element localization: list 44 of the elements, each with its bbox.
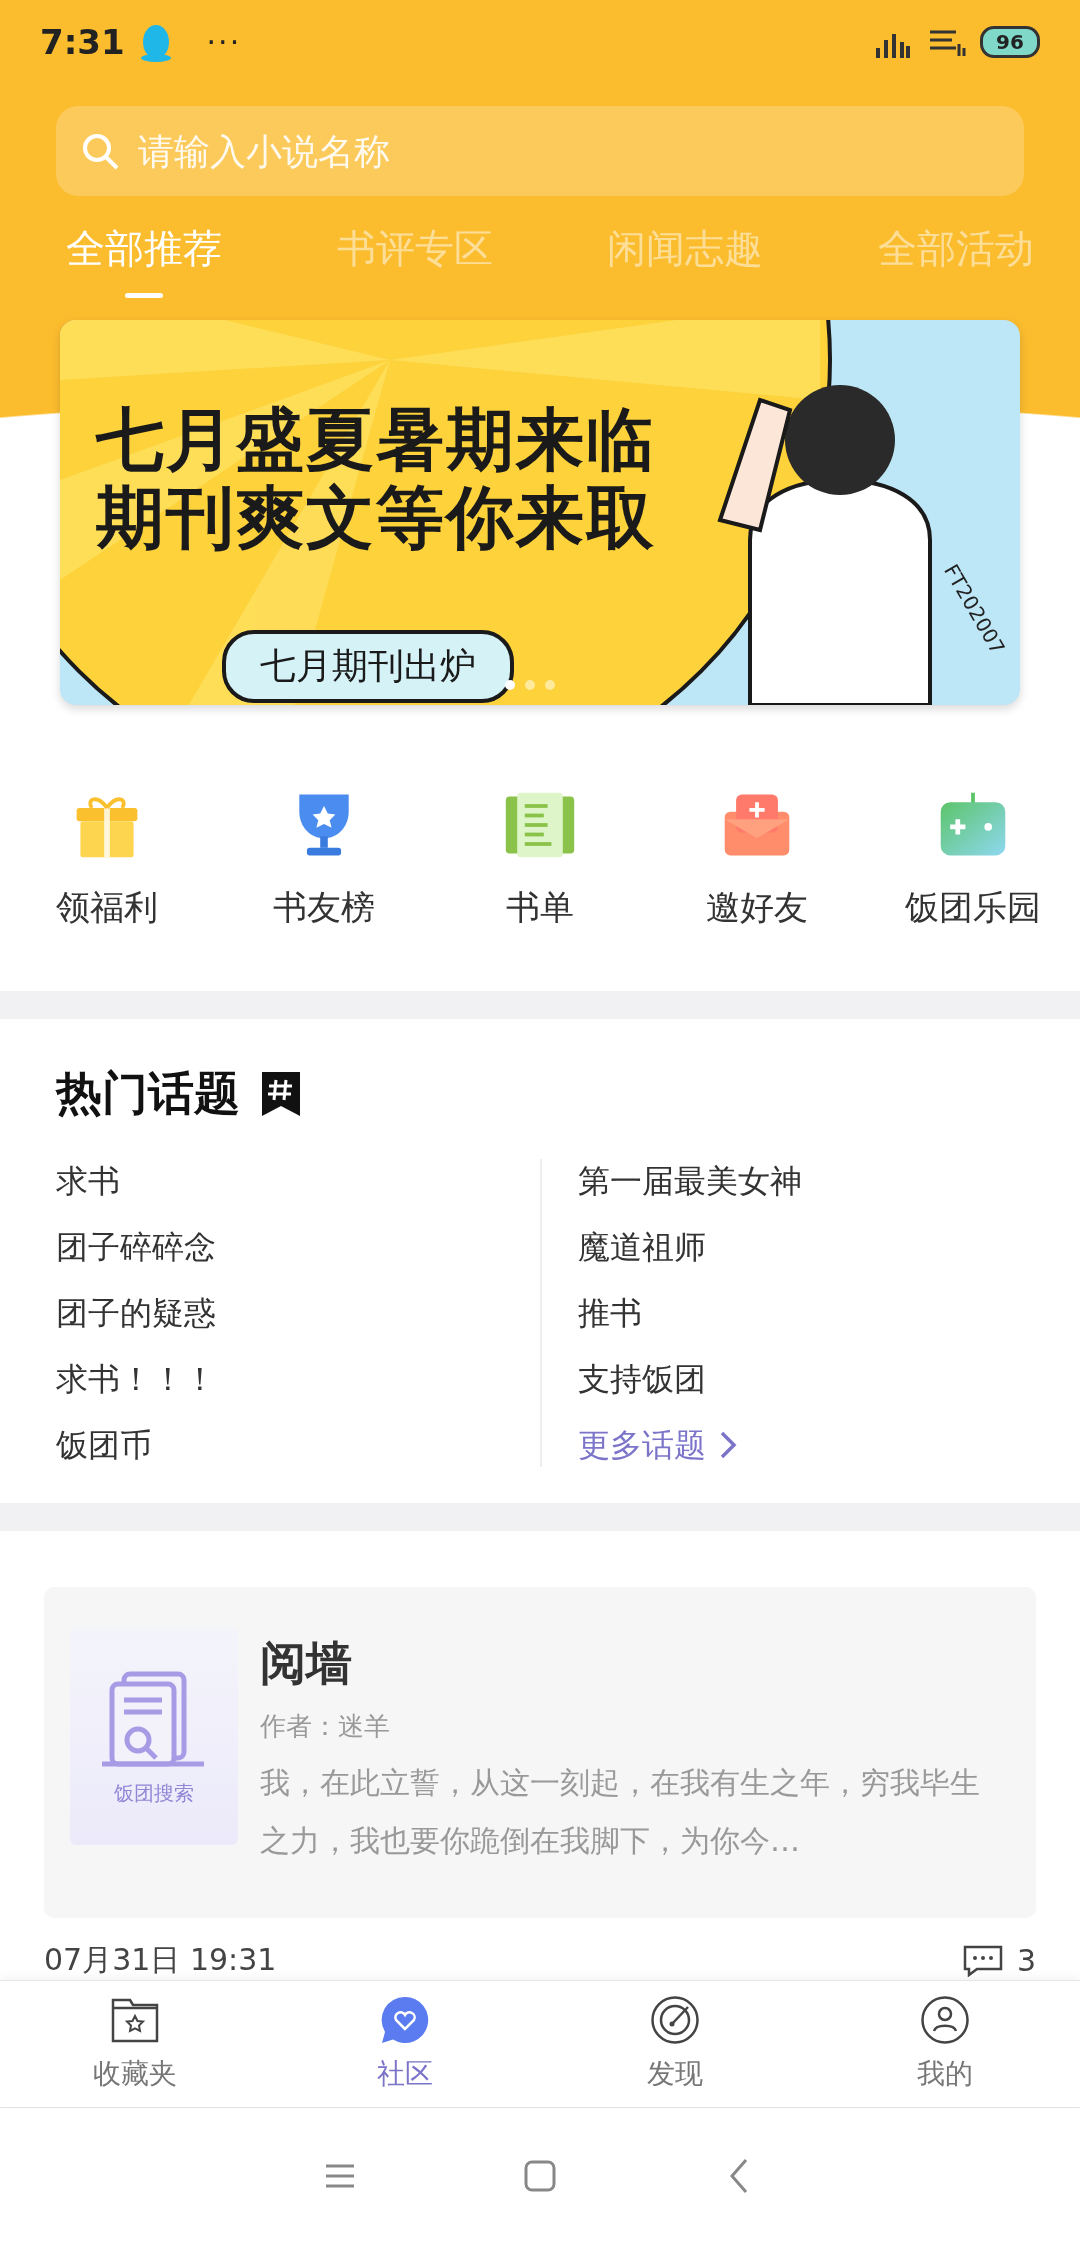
cover-label: 饭团搜索 (114, 1779, 194, 1807)
topic-link[interactable]: 求书！！！ (56, 1357, 540, 1401)
comment-count: 3 (1016, 1943, 1036, 1978)
post-card[interactable]: 饭团搜索 阅墙 作者：迷羊 我，在此立誓，从这一刻起，在我有生之年，穷我毕生之力，我也要你跪倒在我脚下，为你今… (44, 1587, 1036, 1918)
heart-chat-icon (380, 1995, 430, 2045)
carousel-dot[interactable] (525, 680, 535, 690)
hashtag-bookmark-icon (260, 1070, 302, 1118)
topic-link[interactable]: 推书 (578, 1291, 1024, 1335)
post-date: 07月31日 19:31 (44, 1941, 277, 1979)
topic-link[interactable]: 第一届最美女神 (578, 1159, 1024, 1203)
shortcut-button[interactable]: 书单 (455, 787, 625, 931)
topic-link[interactable]: 团子的疑惑 (56, 1291, 540, 1335)
topic-link[interactable]: 支持饭团 (578, 1357, 1024, 1401)
profile-icon (920, 1995, 970, 2045)
battery-indicator: 96 (980, 26, 1040, 58)
shortcut-button[interactable]: 领福利 (22, 787, 192, 931)
topic-link[interactable]: 团子碎碎念 (56, 1225, 540, 1269)
radar-icon (650, 1995, 700, 2045)
post-excerpt: 我，在此立誓，从这一刻起，在我有生之年，穷我毕生之力，我也要你跪倒在我脚下，为你今… (260, 1764, 980, 1860)
carousel-dot[interactable] (505, 680, 515, 690)
topic-link[interactable]: 求书 (56, 1159, 540, 1203)
penguin-icon (138, 22, 173, 62)
nav-tab[interactable]: 发现 (540, 1981, 810, 2107)
comment-icon (962, 1944, 1003, 1977)
nav-tab[interactable]: 收藏夹 (0, 1981, 270, 2107)
nav-tab[interactable]: 我的 (810, 1981, 1080, 2107)
post-title: 阅墙 (260, 1635, 353, 1692)
shortcut-button[interactable]: 邀好友 (671, 787, 842, 931)
banner-headline: 期刊爽文等你来取 (96, 480, 656, 557)
section-title: 热门话题 (56, 1065, 240, 1122)
topic-link[interactable]: 饭团币 (56, 1423, 540, 1467)
more-indicator: ··· (206, 24, 242, 60)
chevron-right-icon (718, 1430, 738, 1460)
topic-link[interactable]: 魔道祖师 (578, 1225, 1024, 1269)
nav-tab[interactable]: 社区 (270, 1981, 540, 2107)
more-topics-link[interactable]: 更多话题 (578, 1423, 1024, 1467)
shortcut-button[interactable]: 饭团乐园 (888, 787, 1058, 931)
carousel-dot[interactable] (545, 680, 555, 690)
shortcut-button[interactable]: 书友榜 (238, 787, 409, 931)
status-time: 7:31 (40, 22, 125, 62)
banner-button[interactable]: 七月期刊出炉 (222, 630, 514, 703)
post-author: 作者：迷羊 (260, 1710, 391, 1743)
search-icon (80, 131, 120, 171)
banner-headline: 七月盛夏暑期来临 (96, 402, 656, 479)
